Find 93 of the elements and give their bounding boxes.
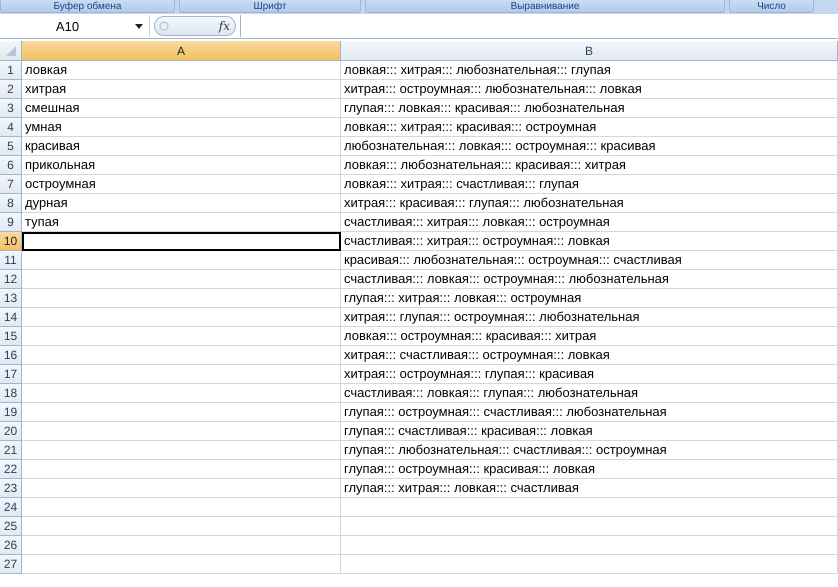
table-cell[interactable]: хитрая::: остроумная::: любознательная::: ловкая bbox=[341, 80, 838, 99]
table-cell[interactable]: ловкая::: любознательная::: красивая::: хитрая bbox=[341, 156, 838, 175]
table-cell[interactable]: тупая bbox=[22, 213, 341, 232]
row-header[interactable]: 22 bbox=[0, 460, 22, 479]
row-header[interactable]: 8 bbox=[0, 194, 22, 213]
table-cell[interactable]: глупая::: хитрая::: ловкая::: остроумная bbox=[341, 289, 838, 308]
table-cell[interactable] bbox=[22, 327, 341, 346]
table-cell[interactable]: ловкая bbox=[22, 61, 341, 80]
select-all-corner[interactable] bbox=[0, 41, 22, 61]
column-header[interactable]: B bbox=[341, 41, 838, 61]
table-cell[interactable]: прикольная bbox=[22, 156, 341, 175]
table-cell[interactable]: глупая::: ловкая::: красивая::: любознательная bbox=[341, 99, 838, 118]
row-header[interactable]: 14 bbox=[0, 308, 22, 327]
row-header[interactable]: 5 bbox=[0, 137, 22, 156]
table-cell[interactable]: глупая::: остроумная::: красивая::: ловкая bbox=[341, 460, 838, 479]
row-header[interactable]: 24 bbox=[0, 498, 22, 517]
ribbon-group-label: Шрифт bbox=[179, 0, 361, 13]
table-cell[interactable]: глупая::: счастливая::: красивая::: ловкая bbox=[341, 422, 838, 441]
insert-function-button[interactable]: fx bbox=[154, 16, 236, 36]
row-header[interactable]: 4 bbox=[0, 118, 22, 137]
row-header[interactable]: 3 bbox=[0, 99, 22, 118]
row-header[interactable]: 2 bbox=[0, 80, 22, 99]
table-cell[interactable]: любознательная::: ловкая::: остроумная::: красивая bbox=[341, 137, 838, 156]
row-header[interactable]: 18 bbox=[0, 384, 22, 403]
table-cell[interactable]: глупая::: остроумная::: счастливая::: любознательная bbox=[341, 403, 838, 422]
table-cell[interactable]: остроумная bbox=[22, 175, 341, 194]
table-cell[interactable] bbox=[22, 536, 341, 555]
name-box[interactable]: A10 bbox=[0, 15, 150, 37]
table-cell[interactable] bbox=[22, 289, 341, 308]
table-cell[interactable]: глупая::: хитрая::: ловкая::: счастливая bbox=[341, 479, 838, 498]
caret-icon bbox=[135, 24, 143, 28]
table-cell[interactable]: глупая::: любознательная::: счастливая::: остроумная bbox=[341, 441, 838, 460]
table-cell[interactable] bbox=[22, 308, 341, 327]
row-header[interactable]: 26 bbox=[0, 536, 22, 555]
row-header[interactable]: 12 bbox=[0, 270, 22, 289]
circle-icon bbox=[159, 21, 169, 31]
table-cell[interactable] bbox=[22, 422, 341, 441]
table-cell[interactable]: ловкая::: хитрая::: любознательная::: глупая bbox=[341, 61, 838, 80]
table-cell[interactable]: ловкая::: остроумная::: красивая::: хитрая bbox=[341, 327, 838, 346]
table-cell[interactable] bbox=[22, 251, 341, 270]
row-header[interactable]: 6 bbox=[0, 156, 22, 175]
table-cell[interactable]: счастливая::: ловкая::: глупая::: любознательная bbox=[341, 384, 838, 403]
row-header[interactable]: 16 bbox=[0, 346, 22, 365]
table-cell[interactable] bbox=[22, 346, 341, 365]
row-header[interactable]: 9 bbox=[0, 213, 22, 232]
table-cell[interactable]: красивая::: любознательная::: остроумная::: счастливая bbox=[341, 251, 838, 270]
table-cell[interactable]: хитрая bbox=[22, 80, 341, 99]
table-cell[interactable] bbox=[22, 555, 341, 574]
table-cell[interactable]: ловкая::: хитрая::: красивая::: остроумная bbox=[341, 118, 838, 137]
table-cell[interactable] bbox=[22, 441, 341, 460]
table-cell[interactable] bbox=[22, 479, 341, 498]
row-header[interactable]: 20 bbox=[0, 422, 22, 441]
table-cell[interactable] bbox=[22, 517, 341, 536]
table-cell[interactable]: счастливая::: хитрая::: остроумная::: ловкая bbox=[341, 232, 838, 251]
ribbon-group-label: Выравнивание bbox=[365, 0, 725, 13]
table-cell[interactable] bbox=[341, 498, 838, 517]
ribbon-group-label: Число bbox=[729, 0, 814, 13]
table-cell[interactable]: хитрая::: счастливая::: остроумная::: ловкая bbox=[341, 346, 838, 365]
table-cell[interactable]: красивая bbox=[22, 137, 341, 156]
row-header[interactable]: 19 bbox=[0, 403, 22, 422]
table-cell[interactable] bbox=[22, 498, 341, 517]
table-cell[interactable] bbox=[22, 384, 341, 403]
ribbon-group-label: Буфер обмена bbox=[0, 0, 175, 13]
table-cell[interactable]: дурная bbox=[22, 194, 341, 213]
row-header[interactable]: 17 bbox=[0, 365, 22, 384]
row-header[interactable]: 11 bbox=[0, 251, 22, 270]
row-header[interactable]: 25 bbox=[0, 517, 22, 536]
table-cell[interactable]: хитрая::: глупая::: остроумная::: любознательная bbox=[341, 308, 838, 327]
table-cell[interactable] bbox=[341, 536, 838, 555]
table-cell[interactable]: хитрая::: красивая::: глупая::: любознательная bbox=[341, 194, 838, 213]
table-cell[interactable] bbox=[22, 270, 341, 289]
table-cell[interactable] bbox=[22, 460, 341, 479]
table-cell[interactable]: ловкая::: хитрая::: счастливая::: глупая bbox=[341, 175, 838, 194]
row-header[interactable]: 7 bbox=[0, 175, 22, 194]
row-header[interactable]: 1 bbox=[0, 61, 22, 80]
table-cell[interactable]: хитрая::: остроумная::: глупая::: красивая bbox=[341, 365, 838, 384]
table-cell[interactable] bbox=[341, 555, 838, 574]
row-header[interactable]: 10 bbox=[0, 232, 22, 251]
table-cell[interactable]: счастливая::: ловкая::: остроумная::: любознательная bbox=[341, 270, 838, 289]
row-header[interactable]: 21 bbox=[0, 441, 22, 460]
table-cell[interactable]: умная bbox=[22, 118, 341, 137]
table-cell[interactable] bbox=[341, 517, 838, 536]
row-header[interactable]: 13 bbox=[0, 289, 22, 308]
column-header[interactable]: A bbox=[22, 41, 341, 61]
row-header[interactable]: 27 bbox=[0, 555, 22, 574]
table-cell[interactable] bbox=[22, 403, 341, 422]
table-cell[interactable]: счастливая::: хитрая::: ловкая::: остроумная bbox=[341, 213, 838, 232]
table-cell[interactable]: смешная bbox=[22, 99, 341, 118]
active-cell[interactable] bbox=[22, 232, 341, 251]
table-cell[interactable] bbox=[22, 365, 341, 384]
triangle-icon bbox=[6, 46, 16, 56]
row-header[interactable]: 23 bbox=[0, 479, 22, 498]
row-header[interactable]: 15 bbox=[0, 327, 22, 346]
